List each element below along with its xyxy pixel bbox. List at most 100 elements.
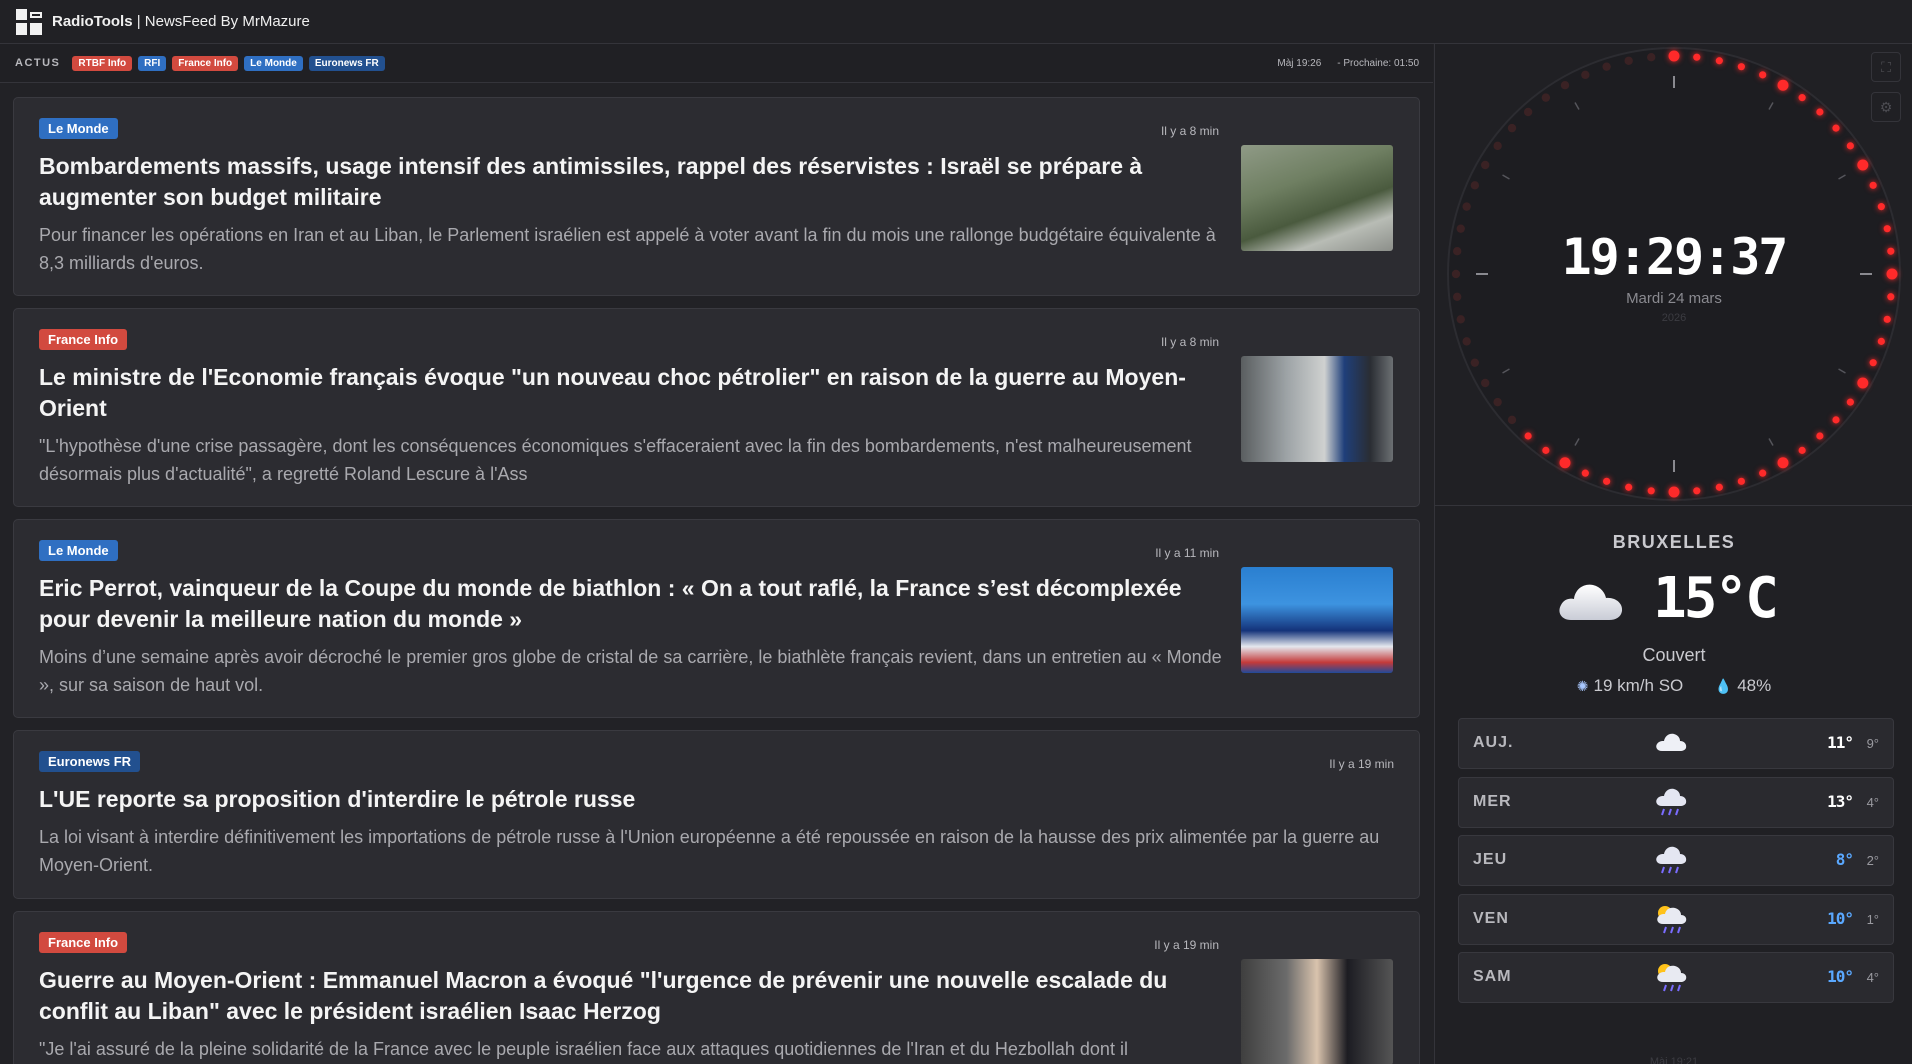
- second-dot: [1715, 483, 1723, 491]
- forecast-low: 1°: [1866, 911, 1879, 927]
- forecast-low: 2°: [1866, 853, 1879, 868]
- forecast-day: VEN: [1473, 909, 1509, 927]
- cloud-icon: [1656, 733, 1687, 751]
- second-dot: [1647, 52, 1656, 62]
- article-age: Il y a 19 min: [1154, 938, 1219, 952]
- second-dot: [1759, 71, 1767, 79]
- second-dot: [1507, 123, 1517, 133]
- article-source-badge: Le Monde: [39, 540, 118, 561]
- second-dot: [1493, 397, 1502, 407]
- second-dot: [1481, 160, 1490, 170]
- humidity: 48%: [1737, 676, 1772, 695]
- second-dot: [1777, 457, 1789, 469]
- second-dot: [1668, 486, 1680, 498]
- weather-updated-time: Màj 19:21: [1649, 1056, 1699, 1064]
- article-source-badge: France Info: [39, 932, 128, 953]
- fullscreen-icon[interactable]: ⛶: [1871, 52, 1901, 82]
- second-dot: [1559, 457, 1571, 469]
- clock-widget: ⛶ ⚙ 19:29:37 Mardi 24 mars 2026: [1435, 44, 1912, 506]
- second-dot: [1832, 416, 1840, 424]
- sun-rain-cloud-icon: [1657, 905, 1687, 933]
- article-description: La loi visant à interdire définitivement…: [39, 827, 1380, 875]
- article-title[interactable]: Guerre au Moyen-Orient : Emmanuel Macron…: [39, 965, 1224, 1027]
- news-card[interactable]: Euronews FR Il y a 19 min L'UE reporte s…: [13, 730, 1420, 899]
- forecast-row: AUJ. 11° 9°: [1458, 718, 1894, 769]
- source-filter-franceinfo[interactable]: France Info: [172, 55, 239, 71]
- second-dot: [1798, 94, 1806, 102]
- forecast-low: 4°: [1866, 794, 1879, 810]
- news-next-refresh: - Prochaine: 01:50: [1337, 57, 1419, 69]
- app-header: RadioTools | NewsFeed By MrMazure: [0, 0, 1912, 44]
- forecast-list: AUJ. 11° 9° MER 13° 4° JEU 8° 2° VEN 10°…: [1458, 718, 1894, 1011]
- news-sources-bar: ACTUS RTBF Info RFI France Info Le Monde…: [0, 44, 1433, 83]
- app-title: RadioTools | NewsFeed By MrMazure: [52, 13, 310, 30]
- second-dot: [1737, 477, 1745, 485]
- second-dot: [1470, 181, 1480, 190]
- wind-icon: ✺: [1576, 678, 1589, 694]
- forecast-high: 11°: [1827, 733, 1854, 752]
- settings-icon[interactable]: ⚙: [1871, 92, 1901, 122]
- article-title[interactable]: Bombardements massifs, usage intensif de…: [39, 151, 1224, 213]
- article-description: "L'hypothèse d'une crise passagère, dont…: [39, 436, 1192, 484]
- second-dot: [1560, 81, 1570, 90]
- article-source-badge: Le Monde: [39, 118, 118, 139]
- second-dot: [1816, 108, 1824, 116]
- news-card[interactable]: France Info Il y a 8 min Le ministre de …: [13, 308, 1420, 507]
- second-dot: [1798, 446, 1806, 454]
- source-filter-rtbf[interactable]: RTBF Info: [72, 55, 133, 71]
- article-age: Il y a 19 min: [1329, 757, 1394, 771]
- article-age: Il y a 11 min: [1155, 546, 1219, 560]
- second-dot: [1647, 487, 1655, 495]
- second-dot: [1493, 141, 1502, 151]
- article-title[interactable]: Le ministre de l'Economie français évoqu…: [39, 362, 1224, 424]
- second-dot: [1581, 469, 1589, 477]
- second-dot: [1602, 62, 1611, 71]
- source-filter-rfi[interactable]: RFI: [138, 55, 167, 71]
- app-title-rest: | NewsFeed By MrMazure: [132, 13, 310, 30]
- second-dot: [1541, 93, 1551, 102]
- second-dot: [1603, 477, 1611, 485]
- forecast-day: SAM: [1473, 968, 1512, 985]
- forecast-high: 10°: [1827, 908, 1854, 928]
- news-card[interactable]: Le Monde Il y a 8 min Bombardements mass…: [13, 97, 1420, 296]
- article-title[interactable]: L'UE reporte sa proposition d'interdire …: [39, 784, 1393, 815]
- article-thumbnail: [1241, 145, 1393, 251]
- cloud-icon: [1559, 584, 1623, 620]
- news-list: Le Monde Il y a 8 min Bombardements mass…: [0, 84, 1433, 1064]
- second-dot: [1846, 398, 1854, 406]
- news-card[interactable]: Le Monde Il y a 11 min Eric Perrot, vain…: [13, 519, 1420, 718]
- article-description: Pour financer les opérations en Iran et …: [39, 225, 1216, 273]
- article-thumbnail: [1241, 356, 1393, 462]
- second-dot: [1693, 487, 1701, 495]
- second-dot: [1715, 57, 1723, 65]
- weather-widget: BRUXELLES 15°C Couvert ✺ 19 km/h SO 💧 48% …: [1435, 506, 1912, 1064]
- article-title[interactable]: Eric Perrot, vainqueur de la Coupe du mo…: [39, 573, 1224, 635]
- second-dot: [1777, 79, 1789, 91]
- source-filter-lemonde[interactable]: Le Monde: [244, 55, 303, 71]
- weather-condition: Couvert: [1642, 645, 1706, 665]
- forecast-row: JEU 8° 2°: [1458, 835, 1894, 886]
- digital-time: 19:29:37: [1561, 228, 1789, 286]
- second-dot: [1462, 337, 1471, 346]
- news-updated-time: Màj 19:26: [1277, 57, 1322, 69]
- rain-cloud-icon: [1656, 788, 1687, 815]
- forecast-low: 4°: [1866, 970, 1879, 985]
- right-panel: ⛶ ⚙ 19:29:37 Mardi 24 mars 2026 BRUXELLE…: [1434, 44, 1912, 1064]
- second-dot: [1869, 181, 1877, 189]
- second-dot: [1693, 53, 1701, 61]
- second-dot: [1877, 203, 1885, 211]
- article-description: "Je l'ai assuré de la pleine solidarité …: [39, 1039, 1128, 1059]
- second-dot: [1877, 337, 1885, 345]
- radiotools-logo-icon: [16, 8, 42, 35]
- wind-speed: 19 km/h SO: [1593, 676, 1684, 695]
- forecast-high: 13°: [1827, 791, 1854, 811]
- forecast-low: 9°: [1866, 736, 1879, 751]
- second-dot: [1759, 469, 1767, 477]
- second-dot: [1523, 107, 1533, 117]
- second-dot: [1462, 202, 1471, 211]
- source-filter-euronews[interactable]: Euronews FR: [308, 55, 385, 71]
- second-dot: [1481, 378, 1490, 388]
- article-age: Il y a 8 min: [1160, 124, 1219, 138]
- news-card[interactable]: France Info Il y a 19 min Guerre au Moye…: [13, 911, 1420, 1064]
- second-dot: [1816, 432, 1824, 440]
